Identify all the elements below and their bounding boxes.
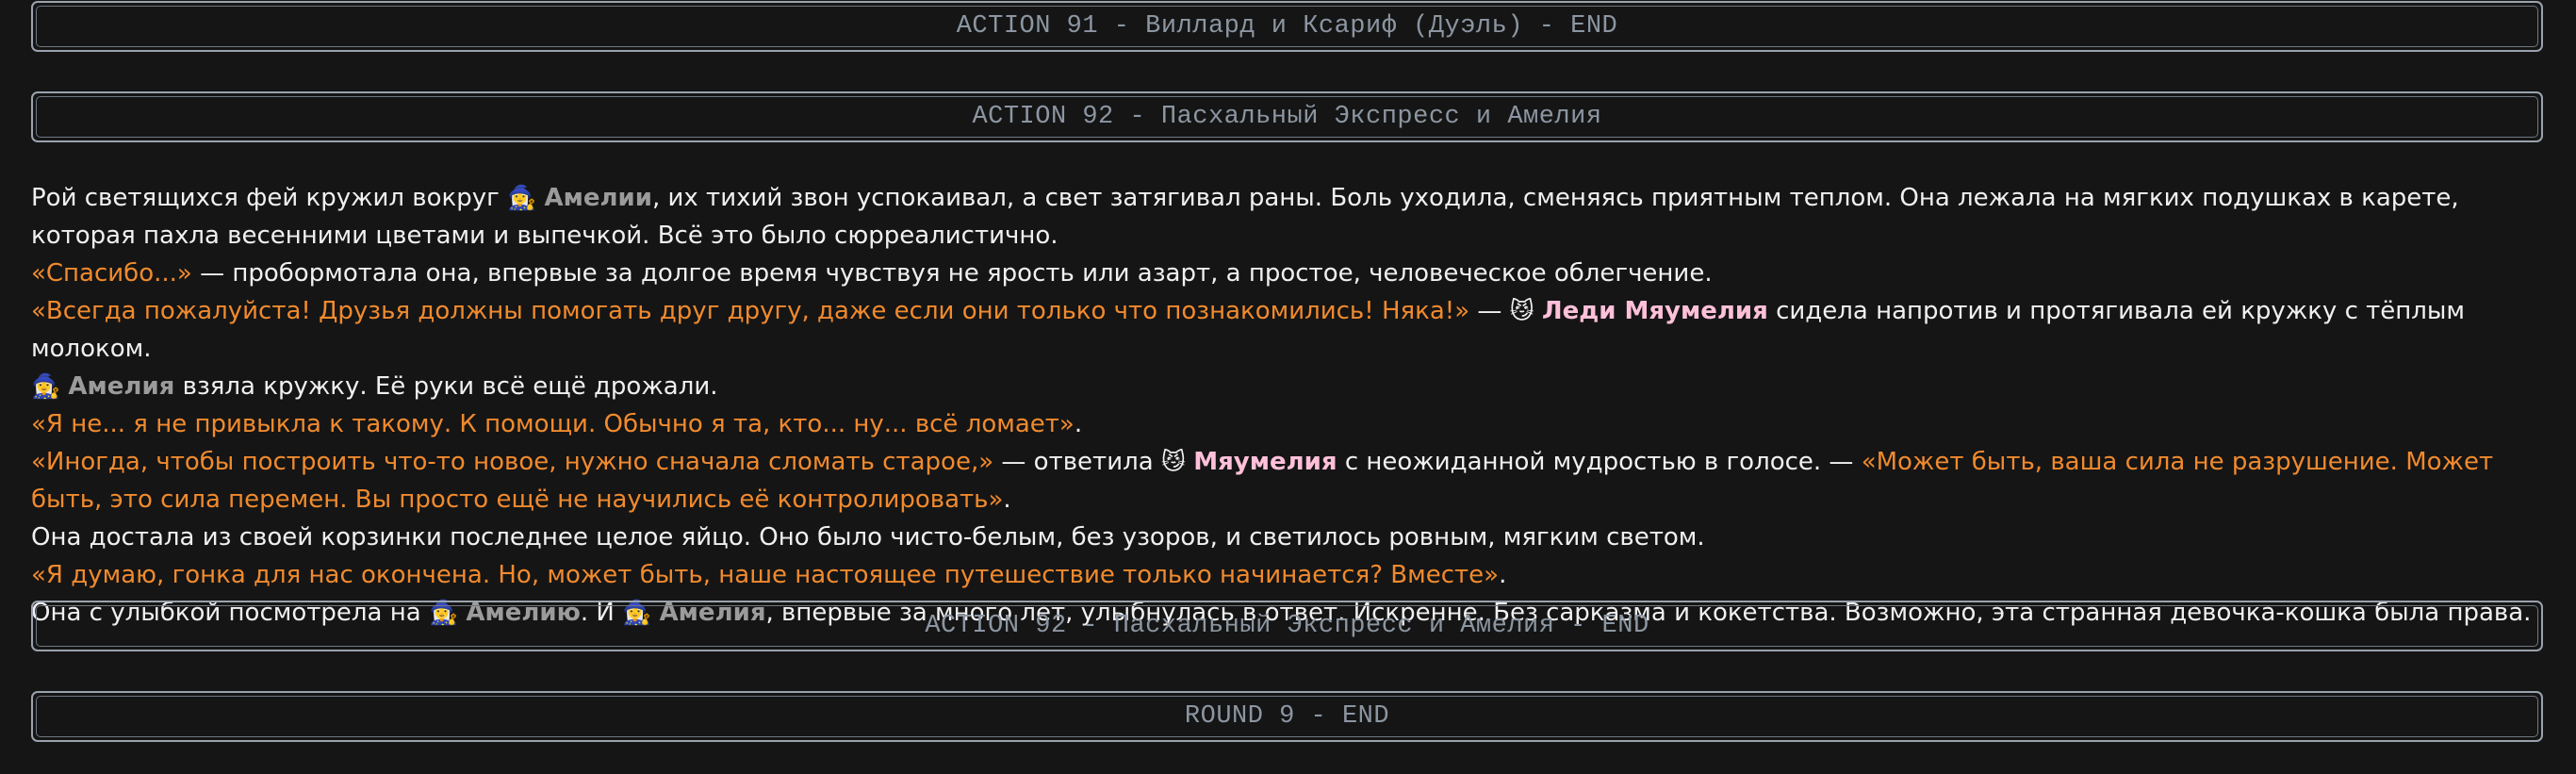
narration: — пробормотала она, впервые за долгое вр… [191,259,1713,288]
story-paragraph: «Спасибо...» — пробормотала она, впервые… [31,255,2550,292]
character-name-amelia: Амелии [544,184,652,212]
story-paragraph: 🧙‍♀️ Амелия взяла кружку. Её руки всё ещ… [31,368,2550,405]
narration: — ответила [993,448,1161,476]
round-9-end-banner: ROUND 9 - END [31,691,2543,742]
narration: — [1469,297,1510,325]
dialogue-quote: «Всегда пожалуйста! Друзья должны помога… [31,297,1470,325]
narration: . [1074,410,1083,438]
story-paragraph: Она достала из своей корзинки последнее … [31,519,2550,556]
dialogue-quote: «Я думаю, гонка для нас окончена. Но, мо… [31,561,1500,589]
story-paragraph: «Иногда, чтобы построить что-то новое, н… [31,443,2550,519]
banner-text: ACTION 92 - Пасхальный Экспресс и Амелия [972,103,1602,131]
dialogue-quote: «Спасибо...» [31,259,192,288]
story-paragraph: «Я не... я не привыкла к такому. К помощ… [31,405,2550,443]
character-name-amelia: Амелия [68,372,175,401]
dialogue-quote: «Я не... я не привыкла к такому. К помощ… [31,410,1075,438]
narration: Она достала из своей корзинки последнее … [31,523,1705,552]
story-paragraph: «Всегда пожалуйста! Друзья должны помога… [31,292,2550,368]
story-paragraph: «Я думаю, гонка для нас окончена. Но, мо… [31,556,2550,594]
character-name-meow: Леди Мяумелия [1541,297,1768,325]
action-92-start-banner: ACTION 92 - Пасхальный Экспресс и Амелия [31,91,2543,142]
narration: . [1499,561,1507,589]
narration: . [1003,486,1011,514]
action-92-end-banner: ACTION 92 - Пасхальный Экспресс и Амелия… [31,601,2543,651]
action-91-end-banner: ACTION 91 - Виллард и Ксариф (Дуэль) - E… [31,1,2543,52]
story-paragraph: Рой светящихся фей кружил вокруг 🧙‍♀️ Ам… [31,179,2550,255]
banner-text: ACTION 91 - Виллард и Ксариф (Дуэль) - E… [956,12,1618,41]
amelia-icon: 🧙‍♀️ [31,372,61,400]
amelia-icon: 🧙‍♀️ [507,184,537,211]
banner-text: ACTION 92 - Пасхальный Экспресс и Амелия… [925,612,1649,640]
narration: с неожиданной мудростью в голосе. — [1337,448,1862,476]
cat-face-icon: 😼 [1509,297,1534,324]
cat-face-icon: 😼 [1160,448,1186,475]
narration: взяла кружку. Её руки всё ещё дрожали. [174,372,718,401]
dialogue-quote: «Иногда, чтобы построить что-то новое, н… [31,448,994,476]
story-text: Рой светящихся фей кружил вокруг 🧙‍♀️ Ам… [31,179,2550,632]
character-name-meow: Мяумелия [1193,448,1337,476]
banner-text: ROUND 9 - END [1184,702,1390,731]
narration: Рой светящихся фей кружил вокруг [31,184,508,212]
